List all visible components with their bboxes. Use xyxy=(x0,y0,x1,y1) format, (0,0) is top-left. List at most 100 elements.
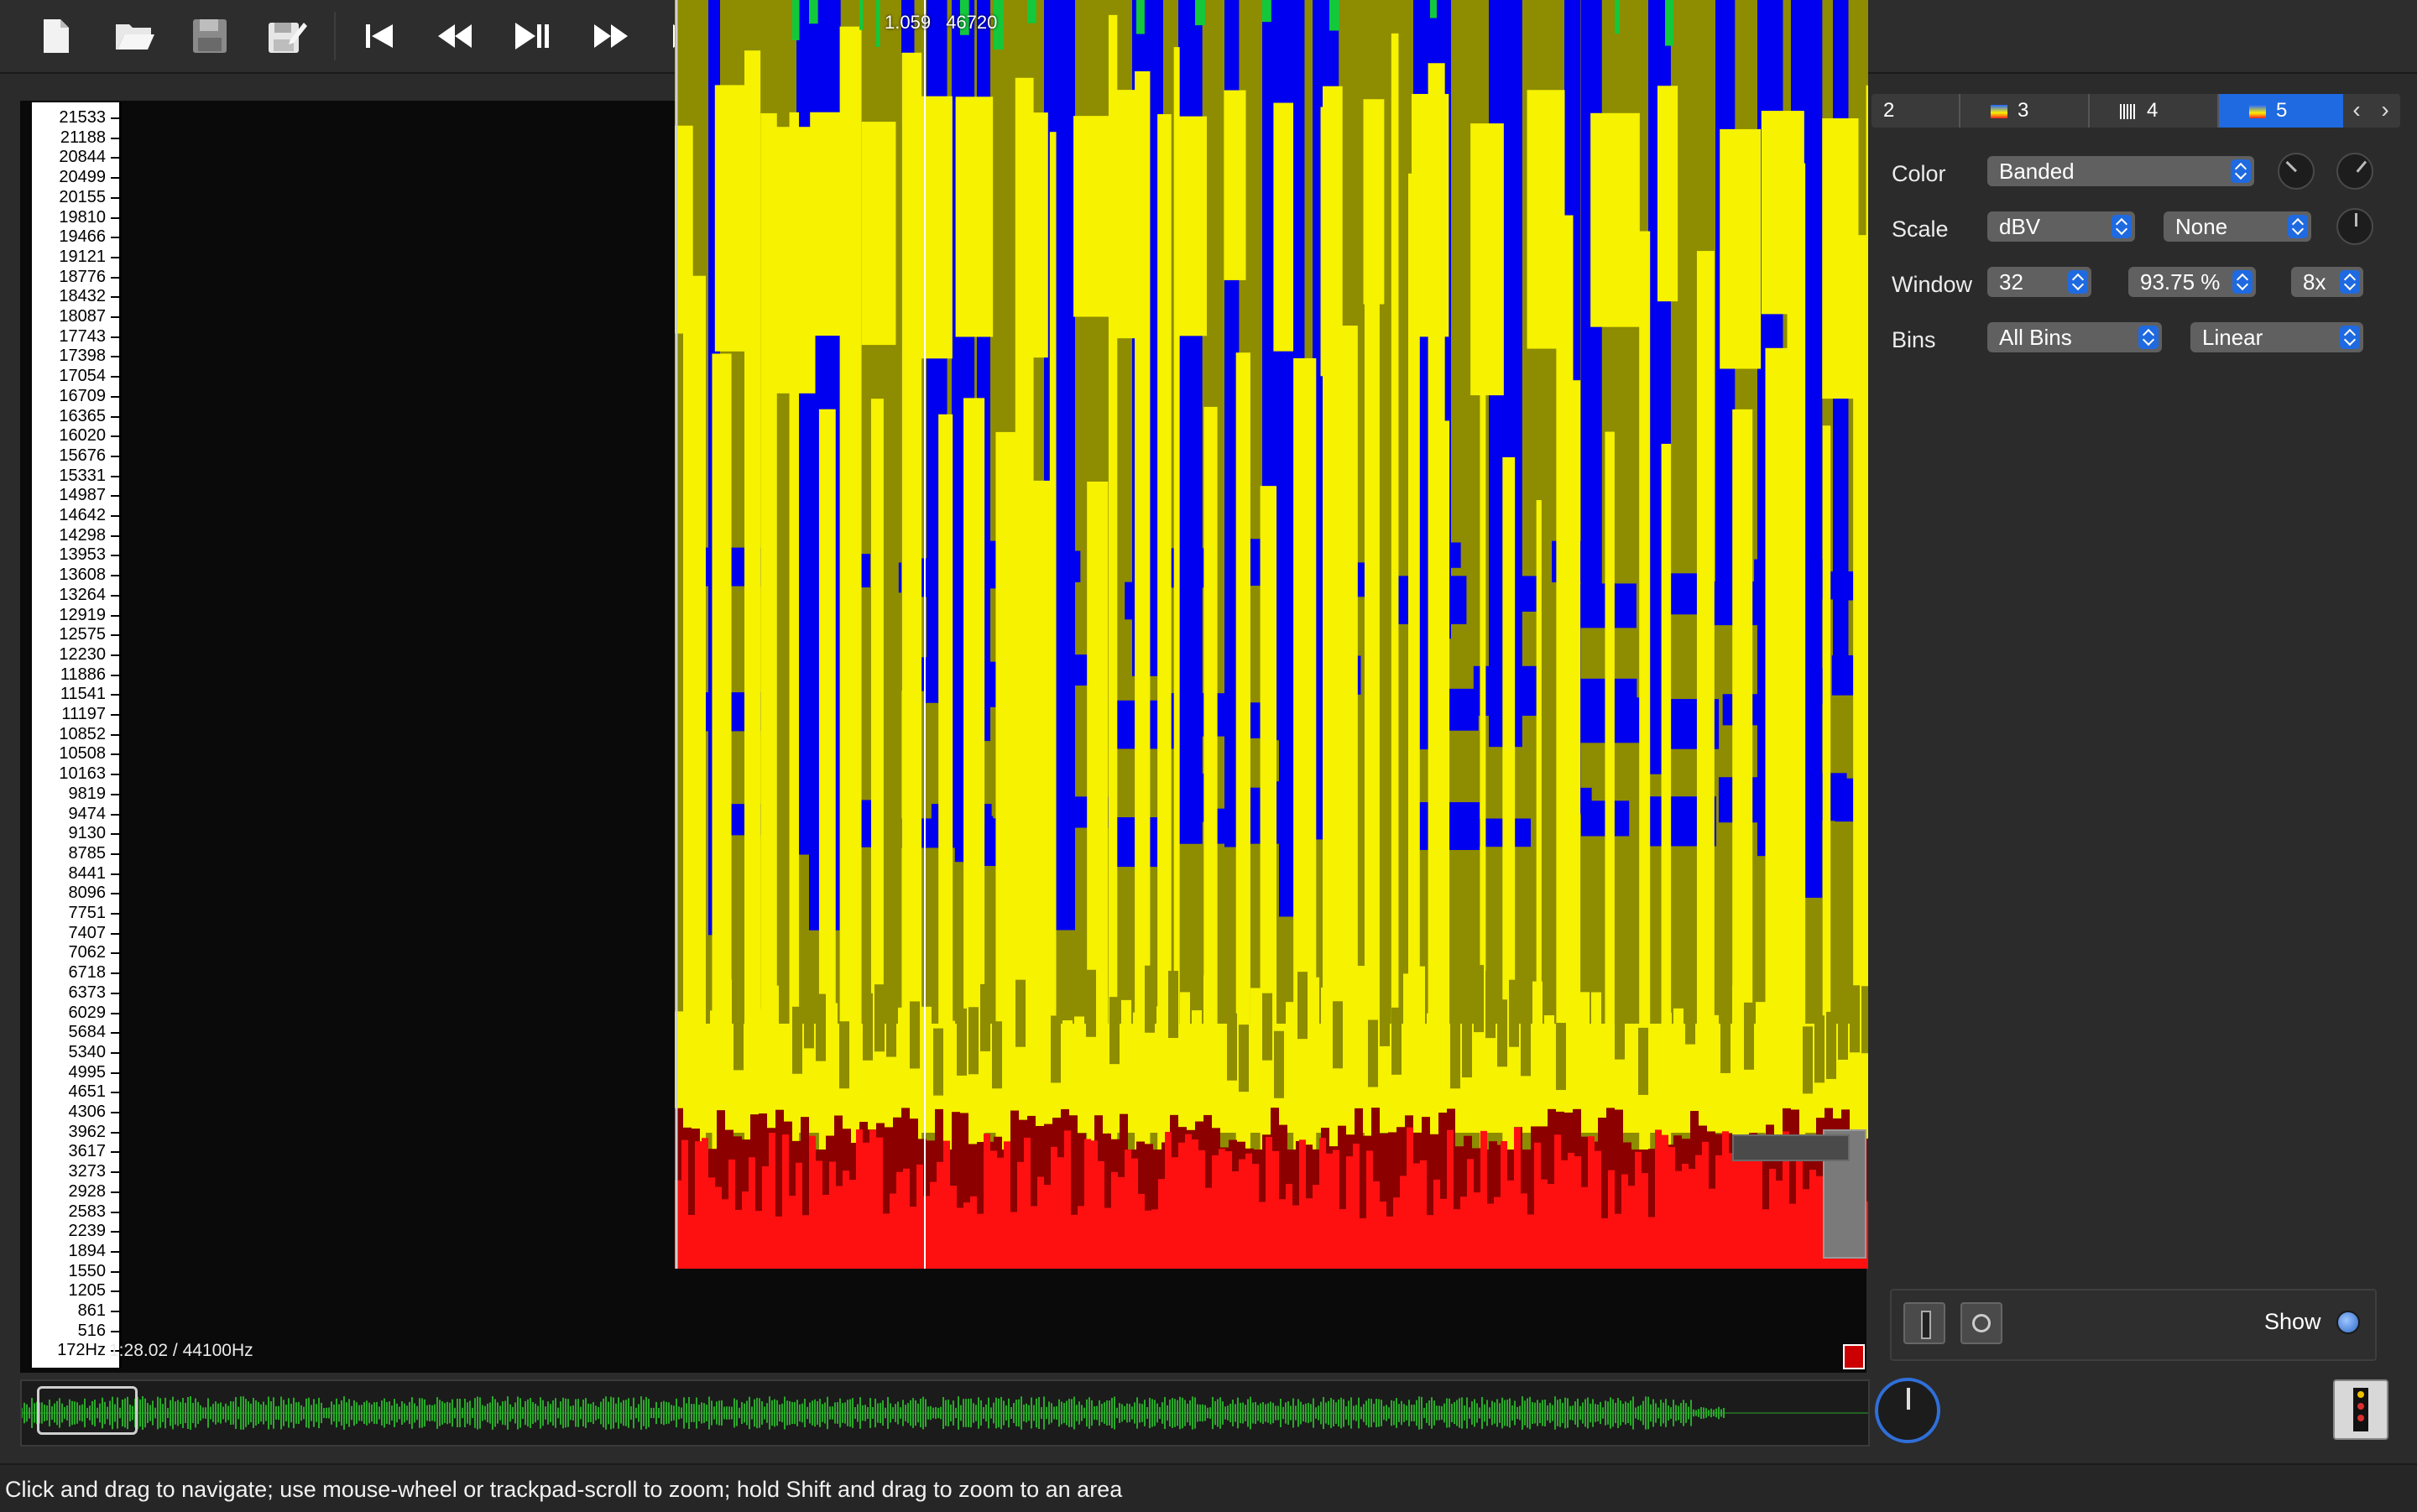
ruler-tick: 14642 xyxy=(32,505,119,525)
tab-scroll-left-icon[interactable]: ‹ xyxy=(2343,94,2370,128)
red-band xyxy=(1064,1130,1071,1269)
frequency-scale-select[interactable]: Linear xyxy=(2190,322,2363,352)
play-layer-button[interactable] xyxy=(1960,1302,2002,1344)
red-band xyxy=(883,1213,890,1269)
zoom-reset-handle[interactable] xyxy=(1843,1344,1865,1369)
green-band xyxy=(792,0,800,40)
red-band xyxy=(1715,1155,1722,1269)
ruler-tick: 3273 xyxy=(32,1161,119,1181)
red-band xyxy=(1427,1215,1433,1269)
dark-red-band xyxy=(1380,1133,1388,1201)
tab-scroll-right-icon[interactable]: › xyxy=(2372,94,2399,128)
red-band xyxy=(910,1207,916,1269)
red-band xyxy=(843,1170,849,1269)
yellow-band xyxy=(733,1003,744,1071)
fast-forward-button[interactable] xyxy=(579,7,643,65)
ruler-tick: 6718 xyxy=(32,962,119,983)
normalization-select[interactable]: None xyxy=(2164,211,2311,242)
bin-display-select[interactable]: All Bins xyxy=(1987,322,2162,352)
threshold-knob[interactable] xyxy=(2336,208,2373,245)
red-band xyxy=(1326,1153,1333,1269)
yellow-band xyxy=(714,85,751,352)
red-band xyxy=(755,1211,762,1269)
new-file-button[interactable] xyxy=(23,7,87,65)
window-size-select[interactable]: 32 xyxy=(1987,267,2091,297)
rewind-to-start-button[interactable] xyxy=(347,7,411,65)
red-band xyxy=(1803,1189,1809,1269)
window-overlap-select[interactable]: 93.75 % xyxy=(2128,267,2256,297)
new-document-icon xyxy=(44,19,69,53)
horizontal-zoom-scroller[interactable] xyxy=(1732,1134,1850,1161)
ruler-tick: 20844 xyxy=(32,147,119,167)
ruler-tick: 10163 xyxy=(32,764,119,784)
red-band xyxy=(937,1161,943,1269)
open-file-button[interactable] xyxy=(102,7,166,65)
yellow-band xyxy=(1356,966,1366,1034)
red-band xyxy=(1407,1127,1413,1269)
yellow-band xyxy=(1521,1009,1531,1077)
save-button[interactable] xyxy=(178,7,242,65)
red-band xyxy=(1037,1176,1044,1269)
yellow-band xyxy=(1822,117,1859,399)
yellow-band xyxy=(1403,973,1413,1041)
playhead-readout: 1.059 46720 xyxy=(885,12,997,34)
red-band xyxy=(1749,1153,1756,1269)
red-band xyxy=(977,1213,984,1269)
red-band xyxy=(963,1202,970,1269)
red-band xyxy=(876,1137,883,1269)
red-band xyxy=(970,1196,977,1269)
chevron-updown-icon xyxy=(2068,270,2088,294)
red-band xyxy=(1702,1141,1709,1269)
red-band xyxy=(1554,1134,1561,1269)
color-scheme-select[interactable]: Banded xyxy=(1987,156,2254,186)
play-pause-button[interactable] xyxy=(500,7,564,65)
scale-label: Scale xyxy=(1892,216,1949,242)
red-band xyxy=(1024,1137,1031,1269)
scale-select[interactable]: dBV xyxy=(1987,211,2135,242)
status-bar: Click and drag to navigate; use mouse-wh… xyxy=(0,1463,2417,1512)
red-band xyxy=(1333,1150,1339,1269)
show-toggle[interactable] xyxy=(2336,1311,2360,1334)
red-band xyxy=(1574,1155,1581,1269)
yellow-band xyxy=(1021,112,1048,358)
save-as-button[interactable] xyxy=(255,7,319,65)
yellow-band xyxy=(1470,123,1504,396)
dark-red-band xyxy=(1279,1124,1287,1192)
red-band xyxy=(1353,1143,1360,1269)
color-gain-knob[interactable] xyxy=(2278,153,2315,190)
overview-view-window[interactable] xyxy=(37,1386,138,1435)
volume-knob[interactable] xyxy=(1875,1378,1940,1443)
red-band xyxy=(1017,1161,1024,1269)
tab-layer-5[interactable]: 5 xyxy=(2219,94,2350,128)
ruler-tick: 19466 xyxy=(32,227,119,247)
tab-layer-4[interactable]: 4 xyxy=(2090,94,2219,128)
oversampling-select[interactable]: 8x xyxy=(2291,267,2363,297)
red-band xyxy=(1668,1147,1675,1269)
ruler-tick: 19810 xyxy=(32,207,119,227)
spectrogram-image[interactable] xyxy=(675,0,1868,1269)
red-band xyxy=(1111,1171,1118,1269)
red-band xyxy=(1447,1129,1454,1269)
yellow-band xyxy=(1333,1001,1343,1069)
red-band xyxy=(1621,1174,1628,1269)
color-rotation-knob[interactable] xyxy=(2336,153,2373,190)
ruler-tick: 16020 xyxy=(32,425,119,446)
yellow-band xyxy=(1861,986,1868,1054)
yellow-band xyxy=(1239,1025,1249,1092)
yellow-band xyxy=(911,96,953,359)
red-band xyxy=(681,1139,688,1269)
red-band xyxy=(1292,1205,1299,1269)
overview-waveform[interactable] xyxy=(20,1379,1870,1447)
yellow-band xyxy=(1004,981,1014,1049)
level-meter-button[interactable] xyxy=(2333,1379,2388,1440)
red-band xyxy=(796,1162,802,1269)
red-band xyxy=(1722,1131,1729,1269)
tab-layer-2[interactable]: 2 xyxy=(1871,94,1960,128)
yellow-band xyxy=(1638,1027,1648,1095)
red-band xyxy=(1057,1157,1064,1269)
green-band xyxy=(1615,0,1620,34)
tab-layer-3[interactable]: 3 xyxy=(1960,94,2090,128)
colour-layer-button[interactable] xyxy=(1903,1302,1945,1344)
red-band xyxy=(1272,1150,1279,1269)
rewind-button[interactable] xyxy=(423,7,487,65)
